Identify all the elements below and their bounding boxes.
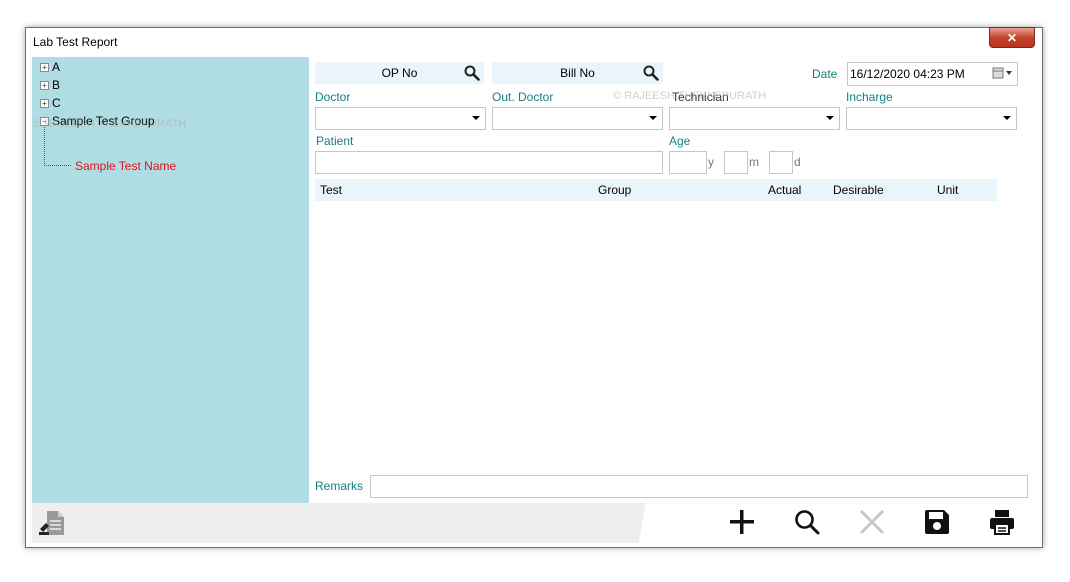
- tree-item-b[interactable]: + B: [40, 78, 60, 92]
- footer-toolbar: [32, 503, 1036, 543]
- tree-item-label: B: [52, 78, 61, 92]
- search-icon: [794, 509, 820, 538]
- age-months-field[interactable]: [724, 151, 748, 174]
- age-days-field[interactable]: [769, 151, 793, 174]
- add-button[interactable]: [725, 508, 759, 538]
- out-doctor-label: Out. Doctor: [492, 90, 554, 104]
- footer-panel: [32, 503, 692, 543]
- test-tree-panel: + A + B + C − Sample Test Group Sample Test …: [32, 57, 309, 503]
- watermark: © RAJEESH THEKKEPURATH: [613, 90, 767, 102]
- test-grid-header: Test Group Actual Desirable Unit: [315, 179, 997, 201]
- column-actual[interactable]: Actual: [768, 183, 801, 197]
- lab-report-icon: [38, 509, 66, 540]
- print-icon: [989, 509, 1015, 538]
- bill-no-label: Bill No: [560, 66, 595, 80]
- out-doctor-dropdown[interactable]: [492, 107, 663, 130]
- chevron-down-icon: [472, 116, 480, 120]
- expand-icon[interactable]: +: [40, 81, 49, 91]
- age-years-unit: y: [708, 155, 714, 169]
- calendar-icon[interactable]: [992, 67, 1014, 82]
- patient-label: Patient: [316, 134, 354, 148]
- column-group[interactable]: Group: [598, 183, 631, 197]
- incharge-label: Incharge: [846, 90, 893, 104]
- chevron-down-icon: [826, 116, 834, 120]
- remarks-field[interactable]: [370, 475, 1028, 498]
- save-icon: [924, 509, 950, 538]
- op-no-label: OP No: [381, 66, 418, 80]
- column-desirable[interactable]: Desirable: [833, 183, 884, 197]
- title-bar: Lab Test Report ✕: [26, 27, 1042, 56]
- delete-button[interactable]: [855, 508, 889, 538]
- search-icon[interactable]: [464, 65, 480, 84]
- tree-item-sample-test-name[interactable]: Sample Test Name: [75, 159, 176, 173]
- watermark: © RAJEESH THEKKEPURATH: [33, 118, 187, 130]
- add-icon: [729, 509, 755, 538]
- date-picker[interactable]: 16/12/2020 04:23 PM: [847, 62, 1018, 86]
- chevron-down-icon: [649, 116, 657, 120]
- patient-field[interactable]: [315, 151, 663, 174]
- tree-connector: [44, 127, 71, 166]
- window-title: Lab Test Report: [33, 35, 118, 49]
- doctor-dropdown[interactable]: [315, 107, 486, 130]
- expand-icon[interactable]: +: [40, 99, 49, 109]
- age-label: Age: [669, 134, 691, 148]
- delete-icon: [859, 509, 885, 538]
- tree-item-a[interactable]: + A: [40, 60, 60, 74]
- op-no-search[interactable]: OP No: [315, 62, 484, 84]
- report-form: OP No Bill No Date 16/12/2020 04:23 PM D…: [309, 57, 1036, 503]
- search-icon[interactable]: [643, 65, 659, 84]
- age-years-field[interactable]: [669, 151, 707, 174]
- lab-test-report-window: Lab Test Report ✕ + A + B + C − Sample Test …: [25, 27, 1043, 548]
- doctor-label: Doctor: [315, 90, 351, 104]
- technician-dropdown[interactable]: [669, 107, 840, 130]
- print-button[interactable]: [985, 508, 1019, 538]
- age-months-unit: m: [749, 155, 759, 169]
- bill-no-search[interactable]: Bill No: [492, 62, 663, 84]
- age-days-unit: d: [794, 155, 801, 169]
- date-value: 16/12/2020 04:23 PM: [850, 67, 965, 81]
- column-test[interactable]: Test: [320, 183, 342, 197]
- close-icon: ✕: [1006, 30, 1018, 45]
- date-label: Date: [812, 67, 838, 81]
- close-button[interactable]: ✕: [989, 27, 1035, 48]
- remarks-label: Remarks: [315, 479, 364, 493]
- expand-icon[interactable]: +: [40, 63, 49, 73]
- chevron-down-icon: [1003, 116, 1011, 120]
- test-grid-body[interactable]: [315, 201, 1034, 471]
- column-unit[interactable]: Unit: [937, 183, 958, 197]
- search-button[interactable]: [790, 508, 824, 538]
- save-button[interactable]: [920, 508, 954, 538]
- incharge-dropdown[interactable]: [846, 107, 1017, 130]
- tree-item-label: C: [52, 96, 61, 110]
- tree-item-c[interactable]: + C: [40, 96, 61, 110]
- tree-item-label: A: [52, 60, 61, 74]
